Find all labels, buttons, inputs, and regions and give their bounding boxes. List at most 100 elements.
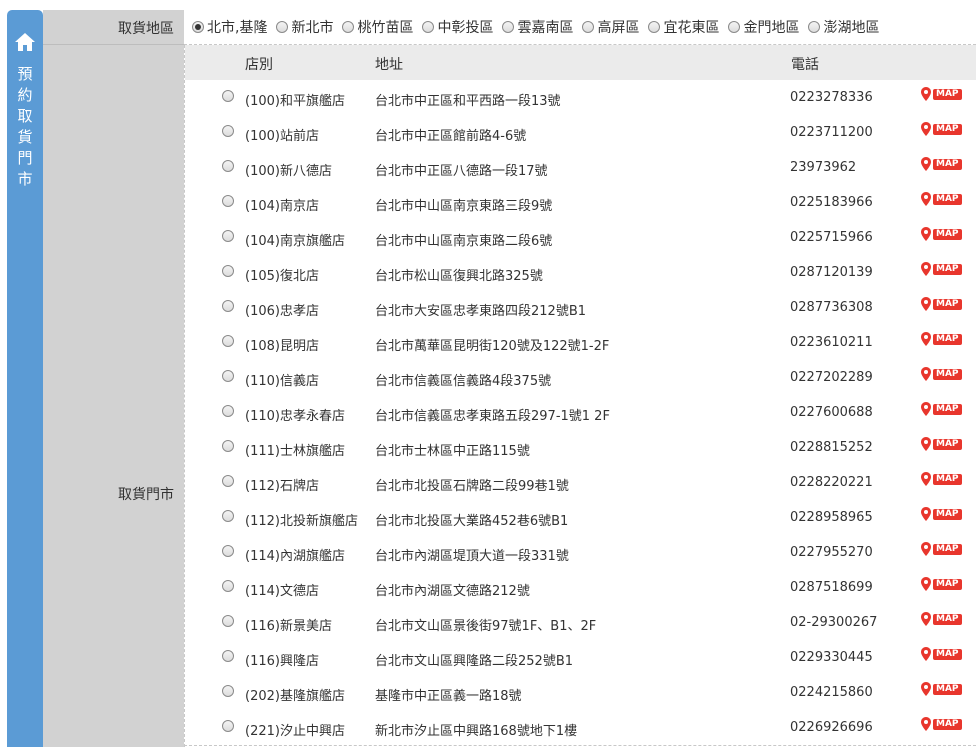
region-option[interactable]: 澎湖地區 <box>808 17 879 37</box>
map-pin-icon <box>921 507 931 521</box>
map-button[interactable]: MAP <box>921 192 962 206</box>
store-name: (111)士林旗艦店 <box>245 444 345 459</box>
bottom-divider <box>184 745 976 746</box>
store-radio[interactable] <box>222 230 234 242</box>
store-name: (104)南京旗艦店 <box>245 234 345 249</box>
map-button[interactable]: MAP <box>921 542 962 556</box>
home-icon[interactable] <box>13 30 37 54</box>
store-name: (106)忠孝店 <box>245 304 319 319</box>
header-store: 店別 <box>245 57 273 73</box>
table-row: (112)北投新旗艦店 台北市北投區大業路452巷6號B1 0228958965 MA… <box>185 500 976 535</box>
map-button[interactable]: MAP <box>921 227 962 241</box>
map-button[interactable]: MAP <box>921 297 962 311</box>
store-radio[interactable] <box>222 265 234 277</box>
store-radio[interactable] <box>222 685 234 697</box>
region-option[interactable]: 宜花東區 <box>648 17 719 37</box>
map-button[interactable]: MAP <box>921 472 962 486</box>
store-radio[interactable] <box>222 335 234 347</box>
region-option[interactable]: 桃竹苗區 <box>342 17 413 37</box>
side-tab[interactable]: 預 約 取 貨 門 市 <box>7 10 43 747</box>
map-button[interactable]: MAP <box>921 717 962 731</box>
map-badge: MAP <box>933 193 962 205</box>
region-option[interactable]: 新北市 <box>276 17 333 37</box>
region-radio[interactable] <box>728 21 741 33</box>
store-radio[interactable] <box>222 510 234 522</box>
map-button[interactable]: MAP <box>921 332 962 346</box>
region-option[interactable]: 雲嘉南區 <box>502 17 573 37</box>
table-row: (110)忠孝永春店 台北市信義區忠孝東路五段297-1號1 2F 02276006… <box>185 395 976 430</box>
store-name: (112)北投新旗艦店 <box>245 514 358 529</box>
region-option[interactable]: 高屏區 <box>582 17 639 37</box>
store-phone: 0223278336 <box>790 90 873 105</box>
map-badge: MAP <box>933 473 962 485</box>
region-radio[interactable] <box>342 21 355 33</box>
store-name: (100)和平旗艦店 <box>245 94 345 109</box>
map-badge: MAP <box>933 508 962 520</box>
map-badge: MAP <box>933 403 962 415</box>
region-radio[interactable] <box>276 21 289 33</box>
store-phone: 0228815252 <box>790 440 873 455</box>
region-radio[interactable] <box>648 21 661 33</box>
region-option-label: 北市,基隆 <box>207 20 268 36</box>
store-address: 基隆市中正區義一路18號 <box>375 689 522 704</box>
region-option-label: 宜花東區 <box>663 20 720 36</box>
store-radio[interactable] <box>222 90 234 102</box>
map-button[interactable]: MAP <box>921 507 962 521</box>
region-radio[interactable] <box>808 21 821 33</box>
map-button[interactable]: MAP <box>921 437 962 451</box>
table-row: (202)基隆旗艦店 基隆市中正區義一路18號 0224215860 MAP <box>185 675 976 710</box>
map-button[interactable]: MAP <box>921 402 962 416</box>
region-option-label: 新北市 <box>291 20 334 36</box>
map-pin-icon <box>921 647 931 661</box>
map-badge: MAP <box>933 543 962 555</box>
table-row: (108)昆明店 台北市萬華區昆明街120號及122號1-2F 0223610211… <box>185 325 976 360</box>
map-button[interactable]: MAP <box>921 647 962 661</box>
form-label-column: 取貨地區 取貨門市 <box>43 10 184 747</box>
region-option[interactable]: 中彰投區 <box>422 17 493 37</box>
store-radio[interactable] <box>222 580 234 592</box>
store-radio[interactable] <box>222 545 234 557</box>
region-radio[interactable] <box>582 21 595 33</box>
store-radio[interactable] <box>222 615 234 627</box>
side-tab-title: 預 約 取 貨 門 市 <box>7 64 43 190</box>
region-option[interactable]: 北市,基隆 <box>192 17 267 37</box>
store-address: 台北市萬華區昆明街120號及122號1-2F <box>375 339 610 354</box>
store-radio[interactable] <box>222 475 234 487</box>
map-button[interactable]: MAP <box>921 367 962 381</box>
table-row: (100)新八德店 台北市中正區八德路一段17號 23973962 MAP <box>185 150 976 185</box>
table-row: (104)南京旗艦店 台北市中山區南京東路二段6號 0225715966 MAP <box>185 220 976 255</box>
map-button[interactable]: MAP <box>921 262 962 276</box>
region-radio[interactable] <box>422 21 435 33</box>
map-badge: MAP <box>933 613 962 625</box>
store-radio[interactable] <box>222 440 234 452</box>
map-button[interactable]: MAP <box>921 612 962 626</box>
store-name: (114)內湖旗艦店 <box>245 549 345 564</box>
store-name: (116)興隆店 <box>245 654 319 669</box>
store-radio[interactable] <box>222 125 234 137</box>
region-option[interactable]: 金門地區 <box>728 17 799 37</box>
store-radio[interactable] <box>222 195 234 207</box>
store-name: (108)昆明店 <box>245 339 319 354</box>
map-button[interactable]: MAP <box>921 87 962 101</box>
map-button[interactable]: MAP <box>921 122 962 136</box>
store-address: 台北市北投區大業路452巷6號B1 <box>375 514 569 529</box>
map-button[interactable]: MAP <box>921 577 962 591</box>
map-badge: MAP <box>933 88 962 100</box>
store-name: (221)汐止中興店 <box>245 724 345 739</box>
store-name: (114)文德店 <box>245 584 319 599</box>
map-pin-icon <box>921 87 931 101</box>
store-radio[interactable] <box>222 160 234 172</box>
store-radio[interactable] <box>222 370 234 382</box>
map-button[interactable]: MAP <box>921 682 962 696</box>
side-tab-char: 約 <box>17 86 33 104</box>
store-address: 台北市松山區復興北路325號 <box>375 269 543 284</box>
store-radio[interactable] <box>222 650 234 662</box>
store-radio[interactable] <box>222 720 234 732</box>
store-name: (116)新景美店 <box>245 619 332 634</box>
region-radio[interactable] <box>192 21 204 33</box>
map-button[interactable]: MAP <box>921 157 962 171</box>
region-radio[interactable] <box>502 21 515 33</box>
store-radio[interactable] <box>222 405 234 417</box>
map-pin-icon <box>921 577 931 591</box>
store-radio[interactable] <box>222 300 234 312</box>
